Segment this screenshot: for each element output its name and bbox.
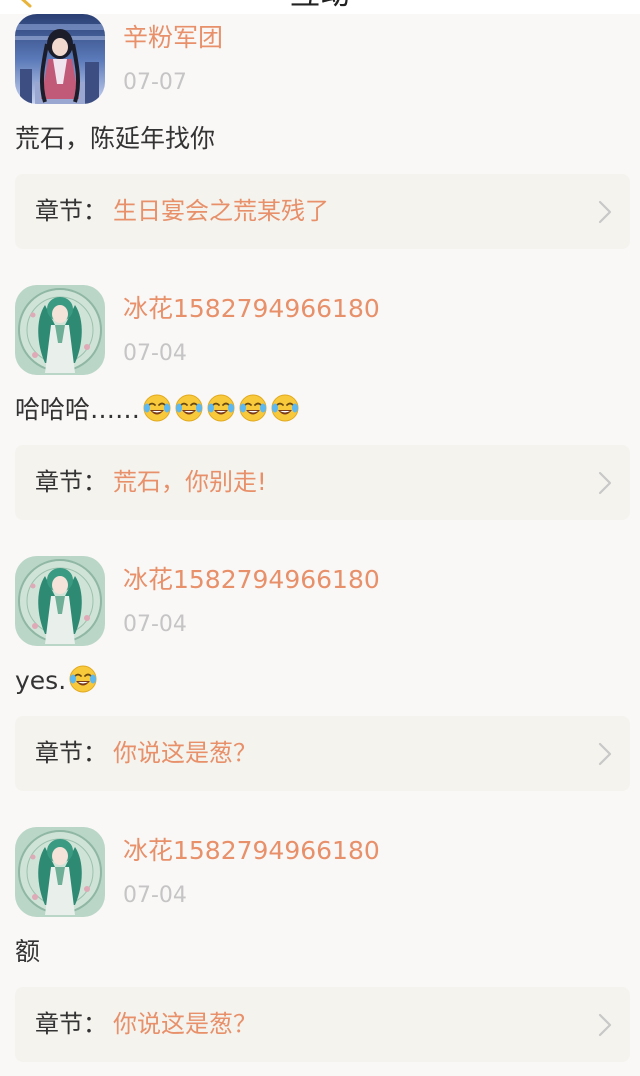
chevron-right-icon <box>598 200 612 224</box>
user-avatar[interactable] <box>15 14 105 104</box>
chevron-right-icon <box>598 1013 612 1037</box>
interaction-page: 互动 <box>0 0 640 1076</box>
chapter-label: 章节： <box>35 1010 107 1038</box>
comment-item: 辛粉军团 07-07 荒石，陈延年找你 章节： 生日宴会之荒某残了 <box>0 14 640 285</box>
comment-date: 07-04 <box>123 883 187 908</box>
anime-girl-green-hair-avatar-icon <box>15 827 105 917</box>
chevron-right-icon <box>598 742 612 766</box>
tears-of-joy-emoji-icon <box>175 394 203 422</box>
chapter-link[interactable]: 章节： 你说这是葱？ <box>15 987 630 1062</box>
chapter-title: 荒石，你别走! <box>113 468 267 496</box>
tears-of-joy-emoji-icon <box>239 394 267 422</box>
comment-date: 07-04 <box>123 612 187 637</box>
chapter-title: 你说这是葱？ <box>113 739 257 767</box>
chapter-title: 你说这是葱？ <box>113 1010 257 1038</box>
tears-of-joy-emoji-icon <box>69 665 97 693</box>
username[interactable]: 冰花1582794966180 <box>123 564 380 596</box>
anime-girl-city-avatar-icon <box>15 14 105 104</box>
page-title: 互动 <box>0 0 640 12</box>
comment-text-content: 哈哈哈…… <box>15 395 141 424</box>
comment-item: 冰花1582794966180 07-04 额 章节： 你说这是葱？ <box>0 827 640 1076</box>
emoji-group <box>66 665 98 695</box>
comment-text: 额 <box>15 935 40 969</box>
tears-of-joy-emoji-icon <box>271 394 299 422</box>
anime-girl-green-hair-avatar-icon <box>15 285 105 375</box>
user-avatar[interactable] <box>15 827 105 917</box>
comment-text: 荒石，陈延年找你 <box>15 122 215 156</box>
emoji-group <box>140 394 300 424</box>
comment-item: 冰花1582794966180 07-04 哈哈哈…… 章节： 荒石，你别走! <box>0 285 640 556</box>
chapter-link[interactable]: 章节： 生日宴会之荒某残了 <box>15 174 630 249</box>
chapter-label: 章节： <box>35 197 107 225</box>
username[interactable]: 辛粉军团 <box>123 22 223 54</box>
chapter-link[interactable]: 章节： 荒石，你别走! <box>15 445 630 520</box>
comment-text-content: 荒石，陈延年找你 <box>15 124 216 153</box>
comment-text: 哈哈哈…… <box>15 393 300 427</box>
chapter-link[interactable]: 章节： 你说这是葱？ <box>15 716 630 791</box>
chapter-title: 生日宴会之荒某残了 <box>113 197 329 225</box>
chapter-label: 章节： <box>35 739 107 767</box>
comment-date: 07-04 <box>123 341 187 366</box>
anime-girl-green-hair-avatar-icon <box>15 556 105 646</box>
chapter-label: 章节： <box>35 468 107 496</box>
comment-text: yes. <box>15 664 98 698</box>
comment-feed: 辛粉军团 07-07 荒石，陈延年找你 章节： 生日宴会之荒某残了 冰花1582… <box>0 14 640 1076</box>
comment-item: 冰花1582794966180 07-04 yes. 章节： 你说这是葱？ <box>0 556 640 827</box>
username[interactable]: 冰花1582794966180 <box>123 293 380 325</box>
comment-date: 07-07 <box>123 70 187 95</box>
tears-of-joy-emoji-icon <box>143 394 171 422</box>
username[interactable]: 冰花1582794966180 <box>123 835 380 867</box>
comment-text-content: 额 <box>15 937 41 966</box>
top-nav-bar: 互动 <box>0 0 640 14</box>
chevron-right-icon <box>598 471 612 495</box>
user-avatar[interactable] <box>15 285 105 375</box>
tears-of-joy-emoji-icon <box>207 394 235 422</box>
comment-text-content: yes. <box>15 666 67 695</box>
user-avatar[interactable] <box>15 556 105 646</box>
